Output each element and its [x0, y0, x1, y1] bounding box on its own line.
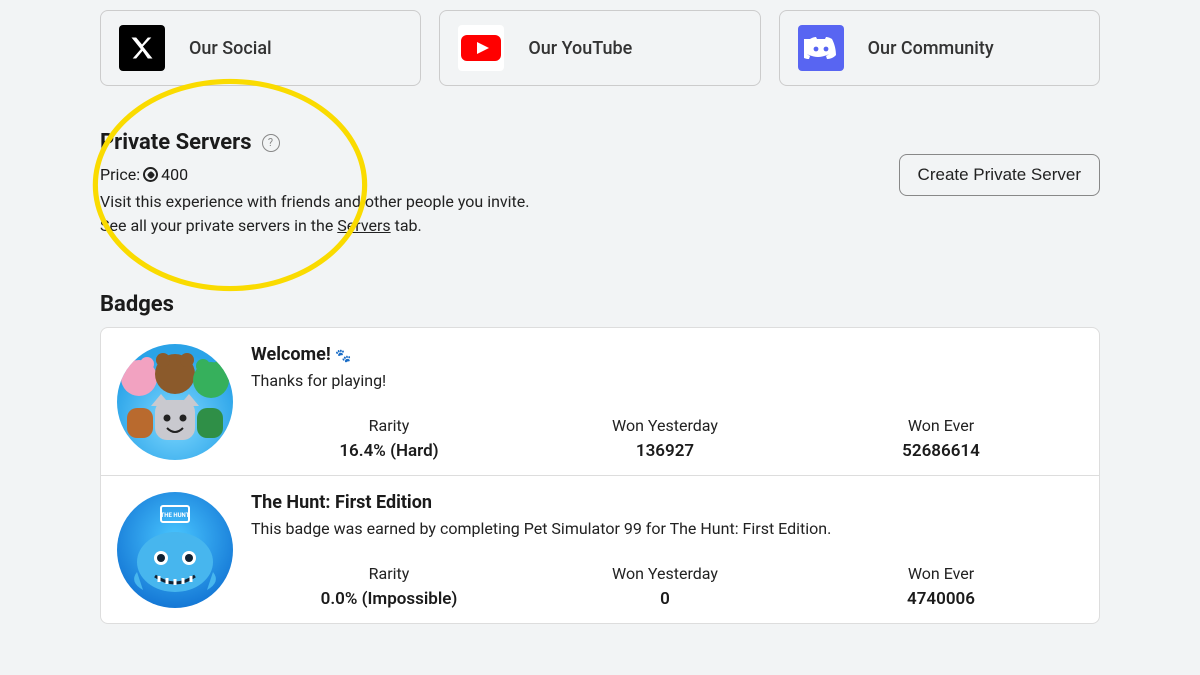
desc-line1: Visit this experience with friends and o… [100, 192, 530, 211]
badge-title-text: Welcome! [251, 344, 335, 365]
social-card-x[interactable]: Our Social [100, 10, 421, 86]
private-servers-section: Private Servers ? Price: 400 Visit this … [100, 130, 1100, 238]
badge-desc: Thanks for playing! [251, 371, 1079, 390]
stat-yesterday: Won Yesterday 136927 [527, 416, 803, 461]
paw-icon: 🐾 [335, 349, 351, 364]
desc-line2a: See all your private servers in the [100, 216, 337, 235]
youtube-icon [458, 25, 504, 71]
stat-value: 16.4% (Hard) [251, 441, 527, 461]
badge-title: The Hunt: First Edition [251, 492, 1079, 513]
svg-text:THE HUNT: THE HUNT [161, 512, 190, 519]
social-label: Our Social [189, 38, 272, 59]
stat-value: 52686614 [803, 441, 1079, 461]
stat-ever: Won Ever 52686614 [803, 416, 1079, 461]
robux-icon [143, 167, 158, 182]
badge-desc: This badge was earned by completing Pet … [251, 519, 1079, 538]
price-label: Price: [100, 165, 140, 184]
social-label: Our YouTube [528, 38, 632, 59]
help-icon[interactable]: ? [262, 134, 280, 152]
badge-title-text: The Hunt: First Edition [251, 492, 432, 513]
stat-yesterday: Won Yesterday 0 [527, 564, 803, 609]
desc-line2b: tab. [391, 216, 422, 235]
badges-list: Welcome! 🐾 Thanks for playing! Rarity 16… [100, 327, 1100, 624]
stat-value: 0.0% (Impossible) [251, 589, 527, 609]
private-servers-title: Private Servers [100, 130, 252, 155]
stat-value: 0 [527, 589, 803, 609]
stat-label: Rarity [251, 416, 527, 435]
badges-title: Badges [100, 292, 1100, 317]
private-server-desc: Visit this experience with friends and o… [100, 190, 899, 238]
stat-rarity: Rarity 16.4% (Hard) [251, 416, 527, 461]
badge-image [117, 344, 233, 460]
badge-title: Welcome! 🐾 [251, 344, 1079, 365]
price-value: 400 [161, 165, 188, 184]
social-label: Our Community [868, 38, 994, 59]
stat-label: Won Ever [803, 564, 1079, 583]
stat-value: 4740006 [803, 589, 1079, 609]
stat-label: Rarity [251, 564, 527, 583]
stat-ever: Won Ever 4740006 [803, 564, 1079, 609]
discord-icon [798, 25, 844, 71]
social-row: Our Social Our YouTube Our Community [100, 0, 1100, 86]
social-card-youtube[interactable]: Our YouTube [439, 10, 760, 86]
servers-tab-link[interactable]: Servers [337, 216, 390, 235]
stat-label: Won Ever [803, 416, 1079, 435]
social-card-discord[interactable]: Our Community [779, 10, 1100, 86]
stat-value: 136927 [527, 441, 803, 461]
create-private-server-button[interactable]: Create Private Server [899, 154, 1100, 196]
badge-image: THE HUNT [117, 492, 233, 608]
badge-row: THE HUNT The Hunt: First Edition This ba… [101, 476, 1099, 623]
badge-row: Welcome! 🐾 Thanks for playing! Rarity 16… [101, 328, 1099, 476]
stat-label: Won Yesterday [527, 564, 803, 583]
stat-rarity: Rarity 0.0% (Impossible) [251, 564, 527, 609]
stat-label: Won Yesterday [527, 416, 803, 435]
x-icon [119, 25, 165, 71]
private-server-price: Price: 400 [100, 165, 899, 184]
